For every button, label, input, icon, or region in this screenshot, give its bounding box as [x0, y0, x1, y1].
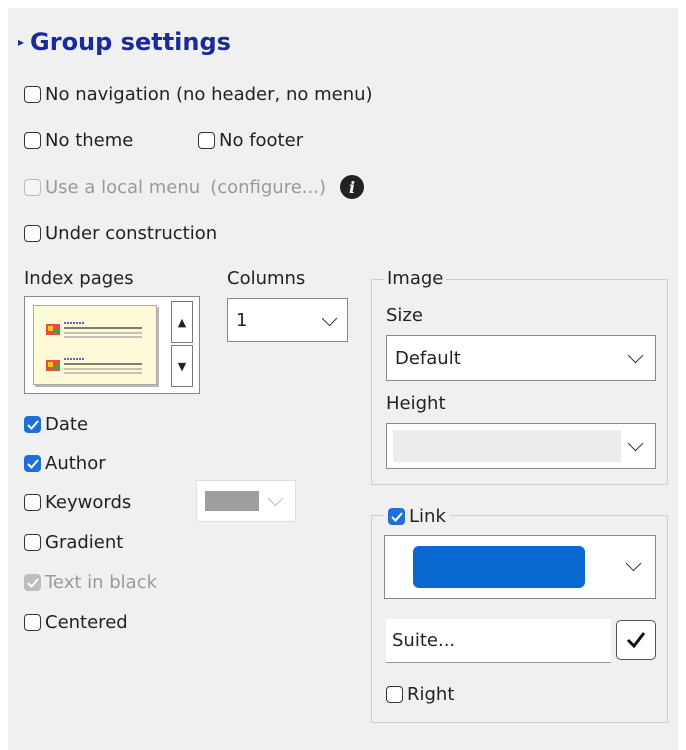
right-label: Right — [407, 684, 455, 705]
date-option[interactable]: Date — [24, 414, 88, 435]
no-navigation-checkbox[interactable] — [24, 86, 41, 103]
triangle-up-icon: ▲ — [177, 315, 187, 329]
columns-select[interactable]: 1 — [227, 298, 348, 342]
author-checkbox[interactable] — [24, 455, 41, 472]
chevron-down-icon[interactable] — [627, 347, 644, 364]
author-label: Author — [45, 453, 106, 474]
expand-triangle-icon: ▸ — [18, 35, 25, 49]
index-layout-icon — [46, 322, 142, 374]
no-footer-label: No footer — [219, 130, 304, 151]
section-title: Group settings — [30, 28, 231, 56]
image-size-value: Default — [395, 347, 461, 369]
columns-value: 1 — [236, 309, 248, 331]
centered-option[interactable]: Centered — [24, 612, 128, 633]
group-settings-header[interactable]: ▸ Group settings — [18, 28, 231, 56]
index-layout-preview[interactable] — [33, 305, 157, 385]
chevron-down-icon[interactable] — [627, 435, 644, 452]
keywords-color-swatch — [205, 491, 259, 511]
info-icon[interactable]: i — [339, 175, 364, 199]
chevron-down-icon[interactable] — [625, 555, 642, 572]
no-navigation-label: No navigation (no header, no menu) — [45, 84, 373, 105]
link-color-swatch — [413, 546, 585, 588]
index-pages-label: Index pages — [24, 268, 134, 289]
chevron-down-icon — [321, 310, 338, 327]
image-height-input[interactable] — [393, 430, 621, 462]
scroll-down-button[interactable]: ▼ — [171, 345, 193, 387]
height-label: Height — [386, 393, 446, 414]
link-option[interactable]: Link — [384, 506, 450, 527]
local-menu-checkbox — [24, 178, 41, 196]
keywords-checkbox[interactable] — [24, 494, 41, 511]
under-construction-label: Under construction — [45, 223, 218, 244]
author-option[interactable]: Author — [24, 453, 106, 474]
confirm-button[interactable] — [616, 620, 656, 660]
check-icon — [626, 632, 646, 649]
keywords-color-select — [196, 480, 296, 522]
columns-label: Columns — [227, 268, 306, 289]
right-checkbox[interactable] — [386, 686, 403, 703]
no-navigation-option[interactable]: No navigation (no header, no menu) — [24, 84, 373, 105]
centered-checkbox[interactable] — [24, 614, 41, 631]
link-label: Link — [409, 506, 446, 527]
no-theme-option[interactable]: No theme — [24, 130, 133, 151]
image-height-select[interactable] — [386, 423, 656, 469]
local-menu-label: Use a local menu — [45, 176, 201, 198]
configure-link[interactable]: (configure...) — [210, 177, 326, 198]
text-in-black-label: Text in black — [45, 572, 158, 593]
no-theme-checkbox[interactable] — [24, 132, 41, 149]
keywords-option[interactable]: Keywords — [24, 492, 131, 513]
link-text-value: Suite... — [392, 630, 456, 651]
gradient-label: Gradient — [45, 532, 124, 553]
under-construction-checkbox[interactable] — [24, 225, 41, 242]
under-construction-option[interactable]: Under construction — [24, 223, 217, 244]
image-size-select[interactable]: Default — [386, 335, 656, 381]
text-in-black-option: Text in black — [24, 572, 157, 593]
gradient-option[interactable]: Gradient — [24, 532, 123, 553]
scroll-up-button[interactable]: ▲ — [171, 301, 193, 343]
centered-label: Centered — [45, 612, 128, 633]
date-label: Date — [45, 414, 89, 435]
date-checkbox[interactable] — [24, 416, 41, 433]
gradient-checkbox[interactable] — [24, 534, 41, 551]
index-pages-picker[interactable]: ▲ ▼ — [24, 296, 200, 394]
chevron-down-icon — [267, 490, 284, 507]
size-label: Size — [386, 305, 423, 326]
no-theme-label: No theme — [45, 130, 134, 151]
link-color-select[interactable] — [384, 535, 656, 599]
triangle-down-icon: ▼ — [177, 359, 187, 373]
local-menu-option: Use a local menu (configure...) i — [24, 175, 364, 199]
link-checkbox[interactable] — [388, 508, 405, 525]
right-option[interactable]: Right — [386, 684, 454, 705]
text-in-black-checkbox — [24, 574, 41, 591]
link-text-input[interactable]: Suite... — [386, 619, 611, 663]
no-footer-option[interactable]: No footer — [198, 130, 303, 151]
no-footer-checkbox[interactable] — [198, 132, 215, 149]
image-legend: Image — [384, 268, 447, 289]
keywords-label: Keywords — [45, 492, 132, 513]
